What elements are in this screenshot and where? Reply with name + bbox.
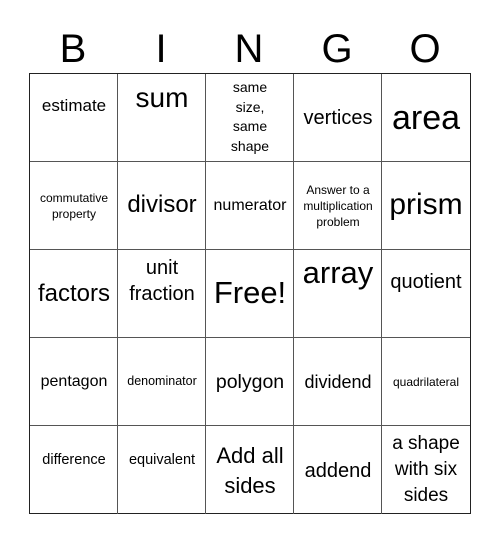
cell-text: difference bbox=[42, 452, 106, 468]
bingo-cell[interactable]: equivalent bbox=[118, 426, 206, 514]
bingo-cell[interactable]: divisor bbox=[118, 162, 206, 250]
cell-text: unit fraction bbox=[129, 257, 195, 305]
cell-text: factors bbox=[37, 280, 111, 307]
cell-text: Answer to a multiplication problem bbox=[303, 183, 373, 229]
bingo-cell[interactable]: difference bbox=[30, 426, 118, 514]
bingo-cell[interactable]: a shape with six sides bbox=[382, 426, 470, 514]
cell-text: sum bbox=[135, 82, 189, 113]
bingo-cell[interactable]: addend bbox=[294, 426, 382, 514]
cell-text: vertices bbox=[303, 107, 373, 129]
bingo-cell[interactable]: quadrilateral bbox=[382, 338, 470, 426]
bingo-cell[interactable]: vertices bbox=[294, 74, 382, 162]
bingo-cell[interactable]: Add all sides bbox=[206, 426, 294, 514]
header-letter-i: I bbox=[155, 27, 167, 71]
bingo-cell[interactable]: estimate bbox=[30, 74, 118, 162]
bingo-cell[interactable]: unit fraction bbox=[118, 250, 206, 338]
cell-text: commutative property bbox=[39, 191, 109, 221]
bingo-cell[interactable]: Free! bbox=[206, 250, 294, 338]
cell-text: Free! bbox=[213, 275, 287, 310]
bingo-cell[interactable]: dividend bbox=[294, 338, 382, 426]
bingo-cell[interactable]: pentagon bbox=[30, 338, 118, 426]
bingo-cell[interactable]: array bbox=[294, 250, 382, 338]
bingo-cell[interactable]: denominator bbox=[118, 338, 206, 426]
bingo-cell[interactable]: quotient bbox=[382, 250, 470, 338]
bingo-cell[interactable]: Answer to a multiplication problem bbox=[294, 162, 382, 250]
cell-text: pentagon bbox=[40, 373, 108, 390]
bingo-cell[interactable]: commutative property bbox=[30, 162, 118, 250]
cell-text: area bbox=[391, 99, 461, 137]
cell-text: addend bbox=[304, 460, 372, 482]
header-letter-g: G bbox=[321, 27, 353, 71]
header-letter-o: O bbox=[409, 27, 441, 71]
cell-text: Add all sides bbox=[216, 443, 284, 498]
cell-text: same size, same shape bbox=[230, 79, 270, 154]
bingo-cell[interactable]: numerator bbox=[206, 162, 294, 250]
cell-text: quadrilateral bbox=[392, 375, 460, 389]
bingo-cell[interactable]: prism bbox=[382, 162, 470, 250]
bingo-cell[interactable]: sum bbox=[118, 74, 206, 162]
cell-text: array bbox=[302, 255, 374, 290]
bingo-header: B I N G O bbox=[29, 26, 471, 72]
cell-text: denominator bbox=[127, 374, 197, 388]
bingo-cell[interactable]: same size, same shape bbox=[206, 74, 294, 162]
cell-text: dividend bbox=[304, 372, 372, 392]
bingo-cell[interactable]: polygon bbox=[206, 338, 294, 426]
bingo-cell[interactable]: area bbox=[382, 74, 470, 162]
cell-text: equivalent bbox=[128, 452, 196, 468]
header-letter-n: N bbox=[234, 27, 264, 71]
header-letter-b: B bbox=[59, 27, 87, 71]
cell-text: prism bbox=[389, 188, 463, 221]
cell-text: quotient bbox=[390, 271, 462, 293]
cell-text: estimate bbox=[41, 96, 107, 115]
cell-text: polygon bbox=[215, 371, 285, 393]
cell-text: a shape with six sides bbox=[392, 433, 460, 506]
bingo-card: estimate sum same size, same shape verti… bbox=[29, 73, 471, 514]
cell-text: divisor bbox=[127, 191, 197, 218]
cell-text: numerator bbox=[213, 197, 287, 214]
bingo-cell[interactable]: factors bbox=[30, 250, 118, 338]
